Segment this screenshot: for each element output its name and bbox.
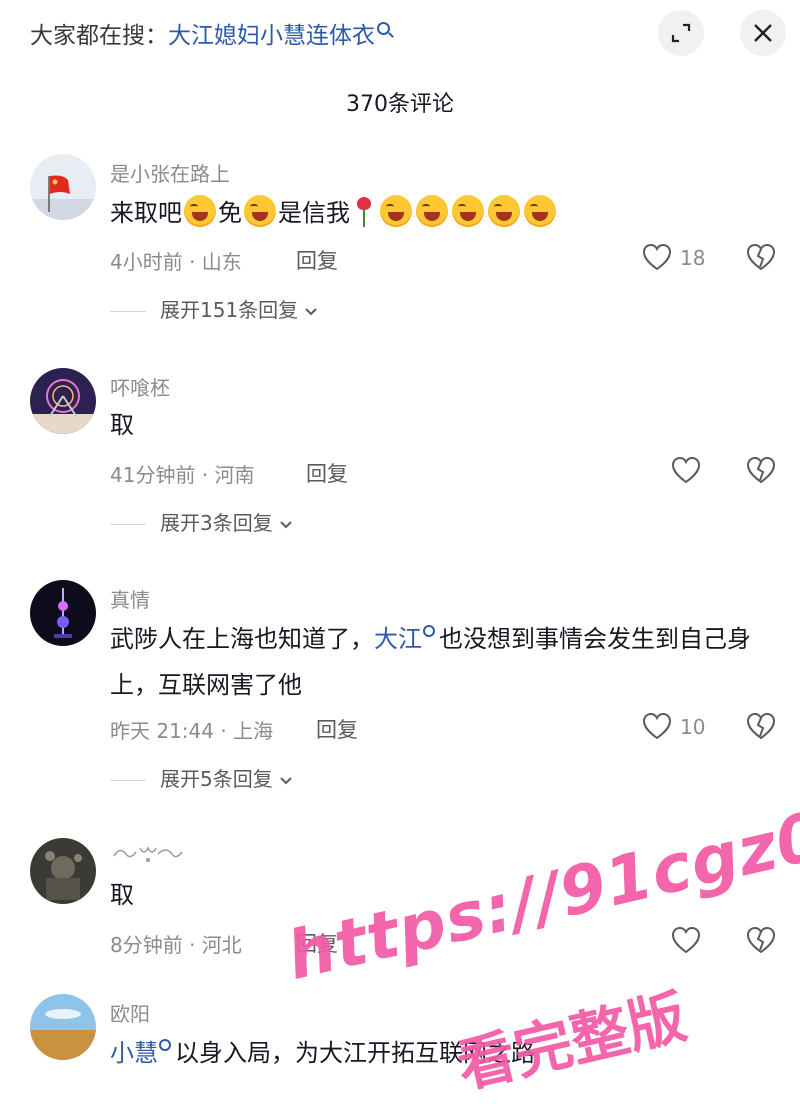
laugh-emoji-icon — [380, 195, 412, 227]
top-bar: 大家都在搜：大江媳妇小慧连体衣 — [0, 0, 800, 70]
divider — [110, 311, 146, 312]
laugh-emoji-icon — [452, 195, 484, 227]
comment-text-part: 免 — [218, 199, 242, 227]
expand-replies[interactable]: 展开151条回复 — [110, 294, 318, 323]
reply-button[interactable]: 回复 — [316, 714, 358, 744]
search-icon — [423, 625, 435, 637]
broken-heart-icon[interactable] — [746, 712, 776, 740]
reply-button[interactable]: 回复 — [296, 245, 338, 275]
watermark-text: 看完整版 — [450, 982, 693, 1101]
comment-text-part: 武陟人在上海也知道了， — [110, 625, 374, 653]
search-suggestion-keyword[interactable]: 大江媳妇小慧连体衣 — [168, 23, 375, 49]
ornament-icon — [113, 846, 183, 862]
keyword-link[interactable]: 小慧 — [110, 1039, 158, 1067]
chevron-down-icon — [305, 308, 317, 316]
divider — [110, 524, 146, 525]
comment-text-part: 是信我 — [278, 199, 350, 227]
comment-count-title: 370条评论 — [346, 92, 454, 117]
comment-text-part: 来取吧 — [110, 199, 182, 227]
reply-button[interactable]: 回复 — [306, 458, 348, 488]
broken-heart-icon[interactable] — [746, 243, 776, 271]
expand-button[interactable] — [658, 10, 704, 56]
like-count: 18 — [680, 246, 706, 270]
laugh-emoji-icon — [524, 195, 556, 227]
avatar[interactable] — [30, 368, 96, 434]
comment-text: 取 — [110, 411, 134, 439]
expand-replies-label: 展开3条回复 — [160, 511, 273, 535]
search-suggestion-prefix: 大家都在搜： — [30, 23, 168, 49]
comment-meta: 41分钟前 · 河南 — [110, 463, 255, 487]
avatar[interactable] — [30, 580, 96, 646]
heart-icon[interactable] — [642, 243, 672, 271]
close-button[interactable] — [740, 10, 786, 56]
divider — [110, 780, 146, 781]
comment-meta: 8分钟前 · 河北 — [110, 933, 242, 957]
heart-icon[interactable] — [671, 456, 701, 484]
broken-heart-icon[interactable] — [746, 456, 776, 484]
heart-icon[interactable] — [671, 926, 701, 954]
broken-heart-icon[interactable] — [746, 926, 776, 954]
expand-replies-label: 展开5条回复 — [160, 767, 273, 791]
comment-username[interactable]: 吥喰柸 — [110, 372, 170, 401]
like-count: 10 — [680, 715, 706, 739]
search-icon — [377, 22, 390, 35]
laugh-emoji-icon — [416, 195, 448, 227]
avatar[interactable] — [30, 154, 96, 220]
avatar[interactable] — [30, 838, 96, 904]
laugh-emoji-icon — [184, 195, 216, 227]
expand-replies-label: 展开151条回复 — [160, 298, 299, 322]
chevron-down-icon — [280, 521, 292, 529]
search-suggestion[interactable]: 大家都在搜：大江媳妇小慧连体衣 — [30, 16, 390, 50]
keyword-link[interactable]: 大江 — [374, 625, 422, 653]
comment-text: 来取吧 免 是信我 — [110, 190, 770, 236]
laugh-emoji-icon — [244, 195, 276, 227]
avatar[interactable] — [30, 994, 96, 1060]
username-ornament[interactable] — [110, 842, 184, 870]
expand-replies[interactable]: 展开3条回复 — [110, 507, 293, 536]
rose-emoji-icon — [354, 197, 374, 227]
chevron-down-icon — [280, 777, 292, 785]
comment-meta: 昨天 21:44 · 上海 — [110, 719, 274, 743]
comment-text: 武陟人在上海也知道了，大江 也没想到事情会发生到自己身上，互联网害了他 — [110, 616, 770, 708]
comment-username[interactable]: 是小张在路上 — [110, 158, 230, 187]
laugh-emoji-icon — [488, 195, 520, 227]
comment-username[interactable]: 欧阳 — [110, 998, 150, 1027]
expand-replies[interactable]: 展开5条回复 — [110, 763, 293, 792]
close-icon — [754, 24, 772, 42]
heart-icon[interactable] — [642, 712, 672, 740]
comment-meta: 4小时前 · 山东 — [110, 250, 242, 274]
watermark-url: https://91cgz05.com — [280, 745, 800, 996]
search-icon — [159, 1039, 171, 1051]
expand-icon — [671, 23, 691, 43]
comment-username[interactable]: 真情 — [110, 584, 150, 613]
